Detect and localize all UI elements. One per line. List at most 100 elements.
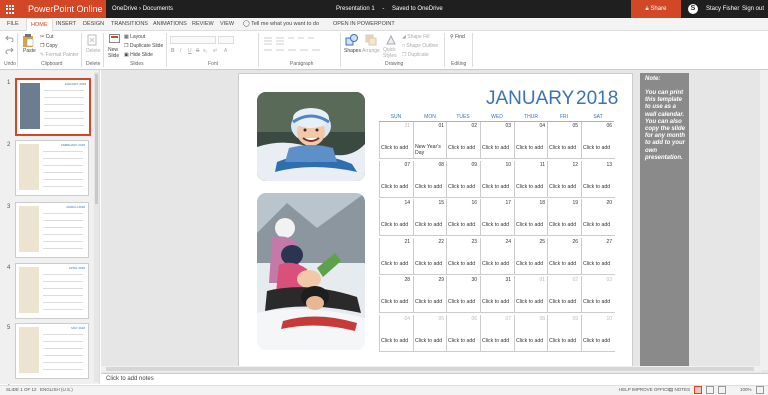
calendar-day-cell[interactable]: 09 Click to add	[547, 315, 581, 352]
hide-slide-button[interactable]: ▣ Hide Slide	[124, 52, 153, 58]
slide-thumbnail[interactable]: MARCH 2018	[15, 202, 89, 258]
click-to-add-placeholder[interactable]: Click to add	[549, 184, 576, 190]
calendar-day-cell[interactable]: 27 Click to add	[581, 238, 615, 275]
slide-thumbnail[interactable]: MAY 2018	[15, 323, 89, 379]
font-size-box[interactable]	[218, 36, 234, 44]
duplicate-button[interactable]: ❐ Duplicate	[402, 52, 429, 58]
click-to-add-placeholder[interactable]: Click to add	[415, 338, 442, 344]
help-improve-office-link[interactable]: HELP IMPROVE OFFICE	[619, 387, 670, 392]
click-to-add-placeholder[interactable]: Click to add	[583, 299, 610, 305]
shape-outline-button[interactable]: □ Shape Outline	[402, 43, 438, 49]
find-button[interactable]: ⚲ Find	[450, 34, 465, 40]
delete-icon[interactable]	[87, 34, 97, 48]
click-to-add-placeholder[interactable]: Click to add	[482, 261, 509, 267]
tab-review[interactable]: REVIEW	[192, 18, 214, 31]
calendar-day-cell[interactable]: 02 Click to add	[446, 122, 480, 159]
calendar-day-cell[interactable]: 09 Click to add	[446, 161, 480, 198]
shapes-icon[interactable]	[345, 34, 358, 48]
redo-icon[interactable]	[5, 47, 14, 56]
click-to-add-placeholder[interactable]: Click to add	[516, 222, 543, 228]
strikethrough-button[interactable]: S	[196, 48, 199, 54]
calendar-day-cell[interactable]: 16 Click to add	[446, 199, 480, 236]
click-to-add-placeholder[interactable]: Click to add	[415, 184, 442, 190]
calendar-day-cell[interactable]: 19 Click to add	[547, 199, 581, 236]
calendar-day-cell[interactable]: 03 Click to add	[480, 122, 514, 159]
calendar-day-cell[interactable]: 03 Click to add	[581, 276, 615, 313]
canvas-horizontal-scrollbar-thumb[interactable]	[106, 367, 754, 371]
language-indicator[interactable]: ENGLISH (U.S.)	[40, 387, 73, 392]
click-to-add-placeholder[interactable]: Click to add	[516, 261, 543, 267]
calendar-day-cell[interactable]: 08 Click to add	[514, 315, 548, 352]
click-to-add-placeholder[interactable]: Click to add	[448, 261, 475, 267]
slide-thumbnail[interactable]: APRIL 2018	[15, 263, 89, 319]
breadcrumb-onedrive[interactable]: OneDrive	[112, 6, 137, 12]
slide-sorter-icon[interactable]	[706, 386, 714, 394]
copy-button[interactable]: ❐ Copy	[40, 43, 58, 49]
duplicate-slide-button[interactable]: ❐ Duplicate Slide	[124, 43, 163, 49]
layout-button[interactable]: ▦ Layout	[124, 34, 145, 40]
arrange-button[interactable]: Arrange	[362, 48, 380, 54]
tell-me-box[interactable]: ◯ Tell me what you want to do	[243, 18, 319, 31]
click-to-add-placeholder[interactable]: Click to add	[583, 184, 610, 190]
click-to-add-placeholder[interactable]: Click to add	[516, 145, 543, 151]
calendar-day-cell[interactable]: 30 Click to add	[446, 276, 480, 313]
notes-placeholder[interactable]: Click to add notes	[106, 374, 154, 384]
click-to-add-placeholder[interactable]: Click to add	[482, 145, 509, 151]
click-to-add-placeholder[interactable]: Click to add	[583, 145, 610, 151]
click-to-add-placeholder[interactable]: Click to add	[448, 299, 475, 305]
click-to-add-placeholder[interactable]: Click to add	[381, 145, 408, 151]
calendar-day-cell[interactable]: 22 Click to add	[413, 238, 447, 275]
calendar-day-cell[interactable]: 10 Click to add	[581, 315, 615, 352]
calendar-day-cell[interactable]: 07 Click to add	[480, 315, 514, 352]
calendar-day-cell[interactable]: 18 Click to add	[514, 199, 548, 236]
photo-girl-in-snow[interactable]	[257, 92, 365, 181]
slide-thumbnail[interactable]: JANUARY 2018	[15, 78, 91, 136]
click-to-add-placeholder[interactable]: Click to add	[549, 145, 576, 151]
click-to-add-placeholder[interactable]: Click to add	[381, 222, 408, 228]
delete-button[interactable]: Delete	[86, 48, 100, 54]
quick-styles-button[interactable]: Quick Styles	[383, 47, 399, 59]
click-to-add-placeholder[interactable]: Click to add	[549, 261, 576, 267]
click-to-add-placeholder[interactable]: Click to add	[583, 222, 610, 228]
click-to-add-placeholder[interactable]: Click to add	[583, 338, 610, 344]
superscript-button[interactable]: x²	[213, 48, 217, 54]
click-to-add-placeholder[interactable]: Click to add	[381, 338, 408, 344]
calendar-month[interactable]: JANUARY	[486, 88, 574, 110]
click-to-add-placeholder[interactable]: Click to add	[448, 145, 475, 151]
calendar-day-cell[interactable]: 10 Click to add	[480, 161, 514, 198]
paste-icon[interactable]	[22, 34, 34, 49]
calendar-day-cell[interactable]: 04 Click to add	[379, 315, 413, 352]
subscript-button[interactable]: x₂	[203, 48, 207, 54]
calendar-day-cell[interactable]: 07 Click to add	[379, 161, 413, 198]
calendar-day-cell[interactable]: 29 Click to add	[413, 276, 447, 313]
breadcrumb-documents[interactable]: Documents	[143, 6, 173, 12]
font-color-button[interactable]: A	[224, 48, 227, 54]
calendar-day-cell[interactable]: 15 Click to add	[413, 199, 447, 236]
click-to-add-placeholder[interactable]: Click to add	[549, 299, 576, 305]
canvas-vertical-scrollbar[interactable]	[760, 70, 768, 370]
notes-pane[interactable]	[101, 373, 768, 385]
holiday-label[interactable]: New Year's Day	[415, 144, 447, 156]
click-to-add-placeholder[interactable]: Click to add	[381, 184, 408, 190]
calendar-day-cell[interactable]: 14 Click to add	[379, 199, 413, 236]
fit-to-window-icon[interactable]	[756, 386, 764, 394]
shapes-button[interactable]: Shapes	[344, 48, 361, 54]
click-to-add-placeholder[interactable]: Click to add	[516, 299, 543, 305]
click-to-add-placeholder[interactable]: Click to add	[415, 222, 442, 228]
arrange-icon[interactable]	[365, 34, 377, 48]
tab-design[interactable]: DESIGN	[83, 18, 104, 31]
click-to-add-placeholder[interactable]: Click to add	[415, 299, 442, 305]
calendar-day-cell[interactable]: 20 Click to add	[581, 199, 615, 236]
cut-button[interactable]: ✂ Cut	[40, 34, 53, 40]
calendar-day-cell[interactable]: 05 Click to add	[547, 122, 581, 159]
click-to-add-placeholder[interactable]: Click to add	[415, 261, 442, 267]
paste-button[interactable]: Paste	[23, 48, 36, 54]
calendar-day-cell[interactable]: 05 Click to add	[413, 315, 447, 352]
skype-icon[interactable]: S	[688, 4, 698, 14]
click-to-add-placeholder[interactable]: Click to add	[448, 222, 475, 228]
slide-thumbnail[interactable]: FEBRUARY 2018	[15, 140, 89, 196]
click-to-add-placeholder[interactable]: Click to add	[448, 338, 475, 344]
quick-styles-icon[interactable]	[385, 34, 397, 48]
click-to-add-placeholder[interactable]: Click to add	[381, 299, 408, 305]
calendar-day-cell[interactable]: 12 Click to add	[547, 161, 581, 198]
